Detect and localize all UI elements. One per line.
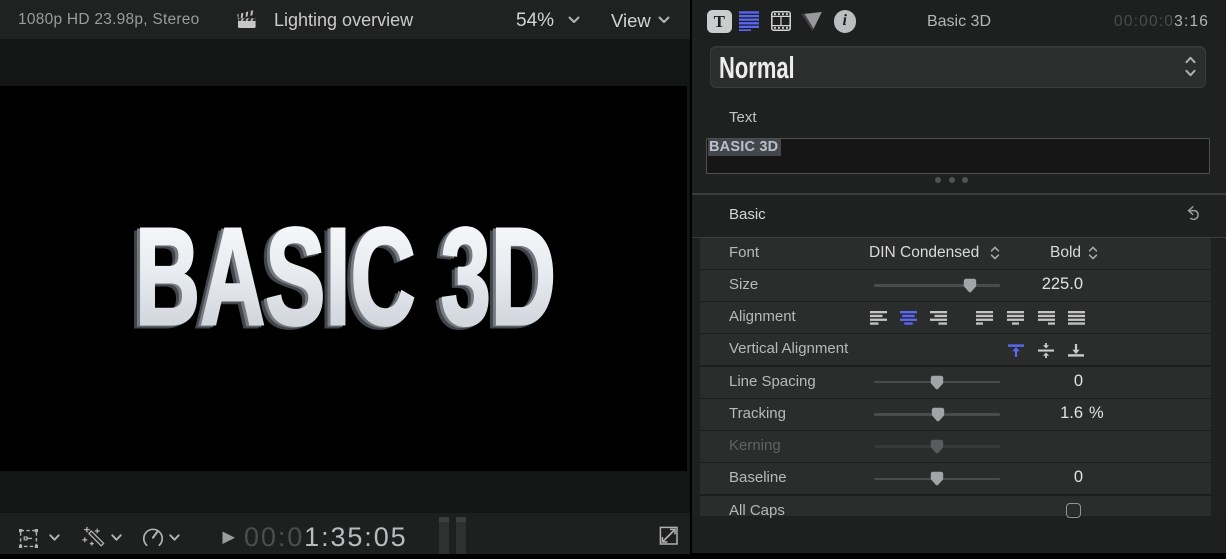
svg-text:BASIC 3D: BASIC 3D [135, 200, 556, 354]
